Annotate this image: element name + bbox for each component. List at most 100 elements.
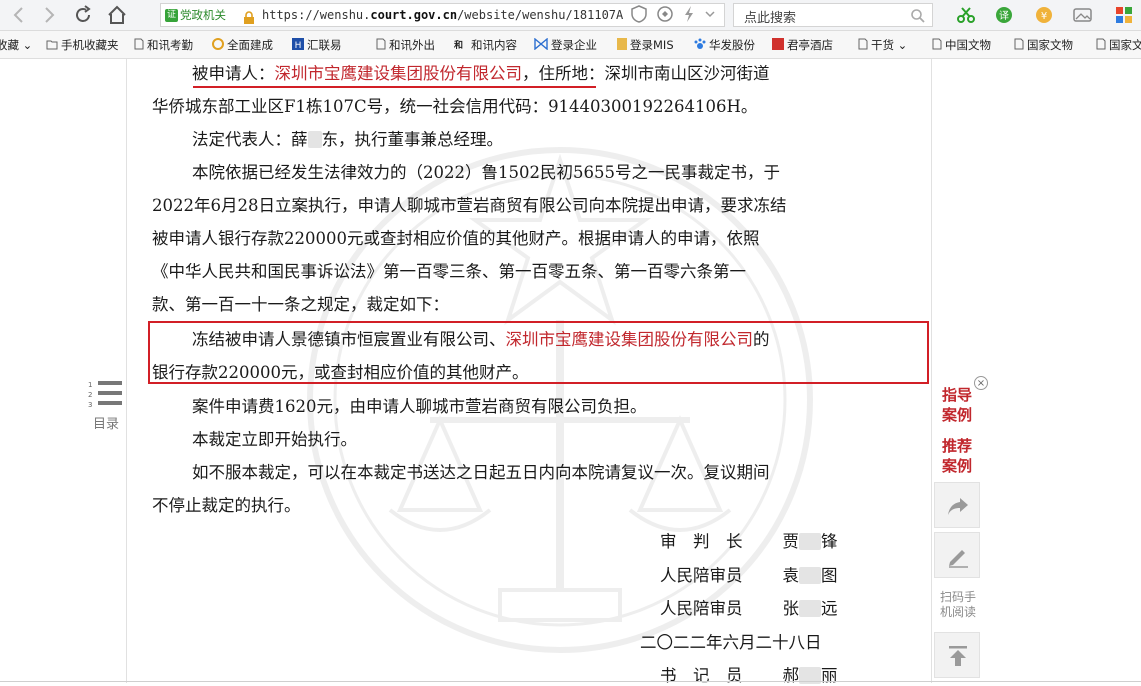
body-line: 如不服本裁定，可以在本裁定书送达之日起五日内向本院请复议一次。复议期间	[192, 463, 770, 482]
hexun-icon: 和	[453, 38, 468, 54]
scan-qr-button[interactable]: 扫码手 机阅读	[936, 590, 980, 620]
gov-badge: 证党政机关	[165, 7, 226, 23]
apps-icon[interactable]	[1114, 5, 1134, 29]
forward-icon[interactable]	[38, 4, 60, 26]
annotation-underline	[193, 86, 596, 88]
hlink-icon: H	[292, 37, 304, 54]
redaction	[799, 567, 821, 584]
flash-icon[interactable]	[682, 4, 696, 28]
body-line: 被申请人银行存款220000元或查封相应价值的其他财产。根据申请人的申请，依照	[152, 229, 760, 248]
page-icon	[932, 38, 942, 54]
toc-label: 目录	[93, 417, 120, 432]
pencil-icon	[949, 550, 968, 568]
share-button[interactable]	[934, 482, 980, 528]
page-bottom-border	[0, 681, 1141, 682]
address-line: 华侨城东部工业区F1栋107C号，统一社会信用代码：91440300192264…	[152, 97, 758, 116]
respondent-company: 深圳市宝鹰建设集团股份有限公司	[274, 64, 523, 83]
scissors-icon[interactable]	[956, 5, 978, 29]
back-to-top-button[interactable]	[934, 632, 980, 678]
bookmark-item[interactable]: 全面建成	[212, 37, 273, 53]
annotation-box	[148, 321, 929, 384]
translate-icon[interactable]: 译	[994, 5, 1014, 29]
folder-icon	[46, 38, 58, 54]
bookmarks-bar: 收藏 ⌄ 手机收藏夹 和讯考勤 全面建成 H汇联易 和讯外出 和和讯内容 登录企…	[0, 31, 1141, 59]
bookmark-item[interactable]: 和讯考勤	[134, 37, 193, 53]
svg-text:1: 1	[88, 381, 92, 389]
body-line: 不停止裁定的执行。	[152, 496, 301, 515]
signature-chief-judge: 审 判 长贾锋	[660, 532, 838, 551]
hotel-icon	[772, 37, 784, 54]
wallet-icon[interactable]: ¥	[1034, 5, 1054, 29]
recommended-cases-link[interactable]: 推荐 案例	[942, 436, 972, 476]
bookmark-item[interactable]: 手机收藏夹	[46, 37, 119, 53]
page-icon	[376, 38, 386, 54]
body-line: 《中华人民共和国民事诉讼法》第一百零三条、第一百零五条、第一百零六条第一	[152, 262, 746, 281]
body-line: 本裁定立即开始执行。	[192, 430, 357, 449]
compat-icon[interactable]	[656, 4, 674, 28]
bookmark-item[interactable]: 国家文	[1096, 37, 1141, 53]
page-icon	[1096, 38, 1106, 54]
chevron-down-icon: ⌄	[897, 38, 908, 52]
bookmark-item[interactable]: 君亭酒店	[772, 37, 833, 53]
bookmark-favorites[interactable]: 收藏 ⌄	[0, 37, 32, 53]
url-text: https://wenshu.court.gov.cn/website/wens…	[262, 8, 624, 22]
back-icon[interactable]	[8, 4, 30, 26]
gov-badge-label: 党政机关	[180, 8, 226, 22]
body-line: 款、第一百一十一条之规定，裁定如下：	[152, 295, 449, 314]
page-border-left	[126, 59, 127, 683]
bookmark-item[interactable]: 华发股份	[694, 37, 755, 53]
legal-rep-line: 法定代表人：薛 东，执行董事兼总经理。	[192, 130, 503, 149]
refresh-icon[interactable]	[72, 4, 94, 26]
page-icon	[134, 38, 144, 54]
bookmark-item[interactable]: 中国文物	[932, 37, 991, 53]
doc-icon	[617, 37, 627, 54]
signature-juror-2: 人民陪审员张远	[660, 599, 838, 618]
share-icon	[948, 498, 968, 515]
home-icon[interactable]	[106, 4, 128, 26]
shield-icon[interactable]	[630, 4, 648, 28]
redaction	[799, 600, 821, 617]
body-line: 2022年6月28日立案执行，申请人聊城市萱岩商贸有限公司向本院提出申请，要求冻…	[152, 196, 787, 215]
redaction	[799, 533, 821, 550]
signature-date: 二〇二二年六月二十八日	[640, 633, 822, 652]
signature-juror-1: 人民陪审员袁图	[660, 566, 838, 585]
circle-logo-icon	[212, 37, 224, 54]
guide-cases-link[interactable]: 指导 案例	[942, 385, 972, 425]
bookmark-item[interactable]: 国家文物	[1014, 37, 1073, 53]
bookmark-item[interactable]: 登录企业	[534, 37, 597, 53]
search-icon[interactable]	[910, 8, 926, 28]
close-icon[interactable]: ×	[974, 376, 988, 390]
image-icon[interactable]	[1072, 5, 1094, 29]
fee-line: 案件申请费1620元，由申请人聊城市萱岩商贸有限公司负担。	[192, 397, 647, 416]
svg-text:和: 和	[454, 39, 463, 50]
respondent-address: ，住所地：深圳市南山区沙河街道	[522, 64, 770, 83]
bookmark-item[interactable]: 和讯外出	[376, 37, 435, 53]
lock-icon	[243, 9, 255, 26]
note-button[interactable]	[934, 532, 980, 578]
svg-text:译: 译	[999, 10, 1009, 22]
body-line: 本院依据已经发生法律效力的（2022）鲁1502民初5655号之一民事裁定书，于	[192, 163, 780, 182]
gov-badge-icon: 证	[165, 9, 178, 22]
redaction	[307, 131, 322, 148]
svg-text:¥: ¥	[1041, 11, 1047, 22]
browser-toolbar: 证党政机关 https://wenshu.court.gov.cn/websit…	[0, 0, 1141, 31]
page-icon	[1014, 38, 1024, 54]
page-border-right	[931, 59, 932, 683]
svg-text:2: 2	[88, 391, 92, 399]
respondent-label: 被申请人：	[192, 64, 275, 83]
search-box[interactable]: 点此搜索	[733, 3, 933, 27]
bookmark-item[interactable]: 登录MIS	[617, 37, 674, 53]
arrow-up-icon	[949, 646, 967, 666]
toc-button[interactable]: 1 2 3 目录	[88, 379, 126, 432]
bookmark-item[interactable]: 干货 ⌄	[858, 37, 907, 53]
svg-text:3: 3	[88, 401, 92, 409]
bookmark-item[interactable]: H 汇联易	[292, 37, 342, 53]
svg-text:H: H	[295, 41, 302, 50]
chevron-down-icon[interactable]	[704, 4, 716, 28]
paw-icon	[694, 38, 706, 54]
page-icon	[858, 38, 868, 54]
bookmark-item[interactable]: 和和讯内容	[453, 37, 517, 54]
list-icon: 1 2 3	[88, 381, 122, 409]
signature-clerk: 书 记 员郝丽	[660, 666, 838, 685]
chevron-down-icon: ⌄	[22, 38, 33, 52]
